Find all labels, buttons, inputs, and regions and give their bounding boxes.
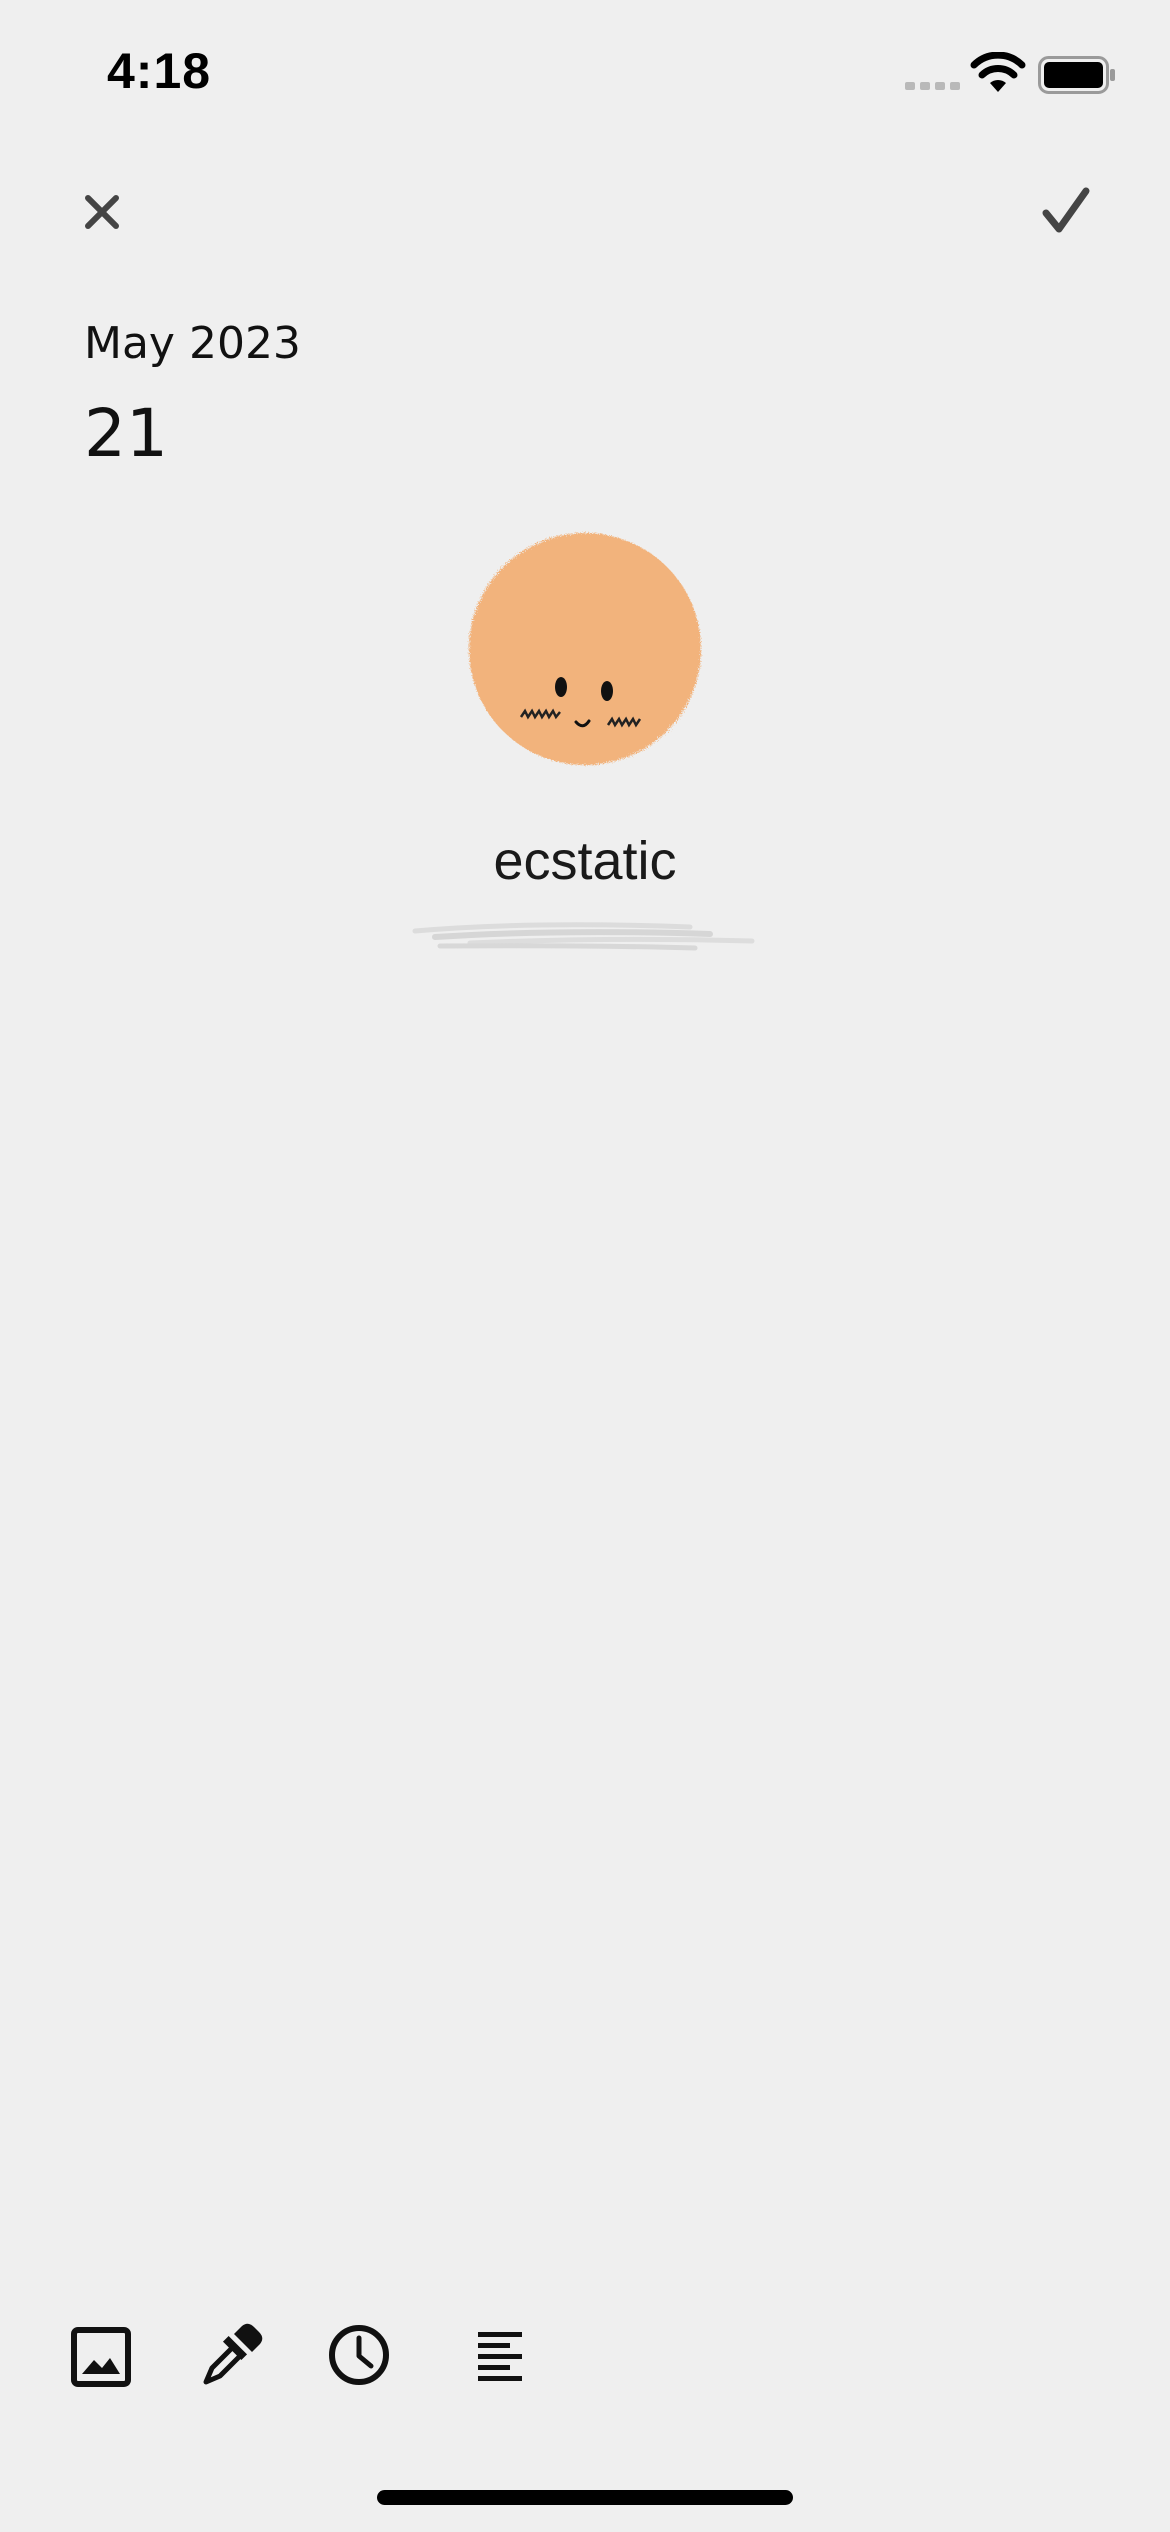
close-button[interactable] [80, 190, 124, 234]
add-image-button[interactable] [70, 2326, 132, 2388]
color-picker-icon [203, 2323, 263, 2385]
color-picker-button[interactable] [198, 2322, 264, 2388]
checkmark-icon [1042, 187, 1090, 233]
home-indicator[interactable] [377, 2490, 793, 2505]
save-entry-button[interactable] [1040, 185, 1092, 237]
close-icon [85, 195, 119, 229]
time-button[interactable] [326, 2322, 392, 2388]
right-eye [601, 681, 613, 701]
wifi-icon [970, 52, 1026, 92]
text-align-icon [478, 2332, 522, 2381]
label-underline-scribble [412, 922, 755, 951]
mood-label[interactable]: ecstatic [0, 830, 1170, 892]
clock-icon [329, 2325, 389, 2385]
entry-day[interactable]: 21 [84, 395, 168, 472]
battery-icon [1038, 56, 1115, 94]
text-format-button[interactable] [476, 2330, 528, 2382]
cellular-signal-icon [905, 82, 960, 90]
mood-circle [469, 533, 701, 765]
left-eye [555, 677, 567, 697]
image-icon [71, 2327, 131, 2387]
mood-face-ecstatic[interactable] [463, 527, 707, 771]
entry-month-year[interactable]: May 2023 [84, 318, 301, 369]
status-time: 4:18 [107, 43, 212, 99]
